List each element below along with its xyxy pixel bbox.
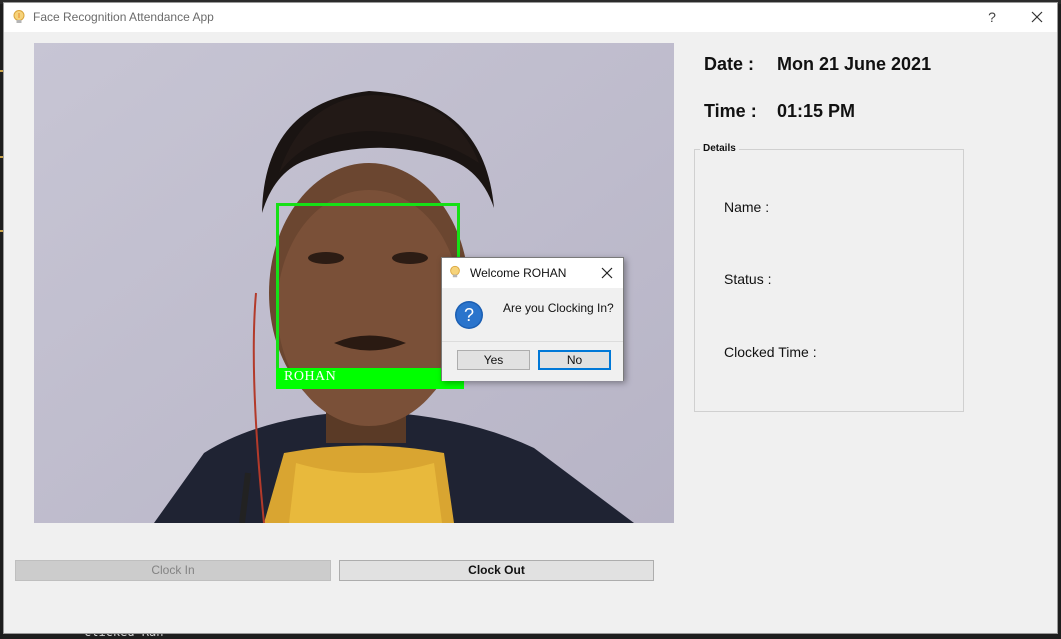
help-button[interactable]: ?: [979, 6, 1005, 28]
date-label: Date :: [704, 54, 755, 74]
lightbulb-icon: [450, 265, 460, 278]
title-bar: Face Recognition Attendance App ?: [4, 3, 1057, 32]
time-row: Time : 01:15 PM: [704, 101, 855, 122]
yes-button[interactable]: Yes: [457, 350, 530, 370]
no-button[interactable]: No: [538, 350, 611, 370]
close-icon[interactable]: [1024, 6, 1050, 28]
dialog-title: Welcome ROHAN: [470, 266, 567, 280]
clock-in-button[interactable]: Clock In: [15, 560, 331, 581]
close-icon[interactable]: [599, 265, 615, 281]
clocked-time-label: Clocked Time :: [724, 344, 817, 360]
details-group-title: Details: [700, 143, 739, 154]
dialog-message: Are you Clocking In?: [503, 301, 614, 315]
main-window: Face Recognition Attendance App ? ROHAN …: [3, 2, 1058, 634]
welcome-dialog: Welcome ROHAN ? Are you Clocking In? Yes…: [441, 257, 624, 381]
window-title: Face Recognition Attendance App: [33, 10, 214, 24]
face-label: ROHAN: [284, 369, 337, 384]
date-row: Date : Mon 21 June 2021: [704, 54, 931, 75]
face-detection-box: [276, 203, 460, 387]
date-value: Mon 21 June 2021: [777, 54, 932, 74]
lightbulb-icon: [13, 10, 25, 23]
time-value: 01:15 PM: [777, 101, 856, 121]
question-icon: ?: [455, 301, 483, 329]
name-label: Name :: [724, 199, 770, 215]
svg-text:?: ?: [464, 305, 474, 325]
clock-out-button[interactable]: Clock Out: [339, 560, 654, 581]
status-label: Status :: [724, 271, 772, 287]
dialog-title-bar: Welcome ROHAN: [442, 258, 623, 288]
time-label: Time :: [704, 101, 757, 121]
